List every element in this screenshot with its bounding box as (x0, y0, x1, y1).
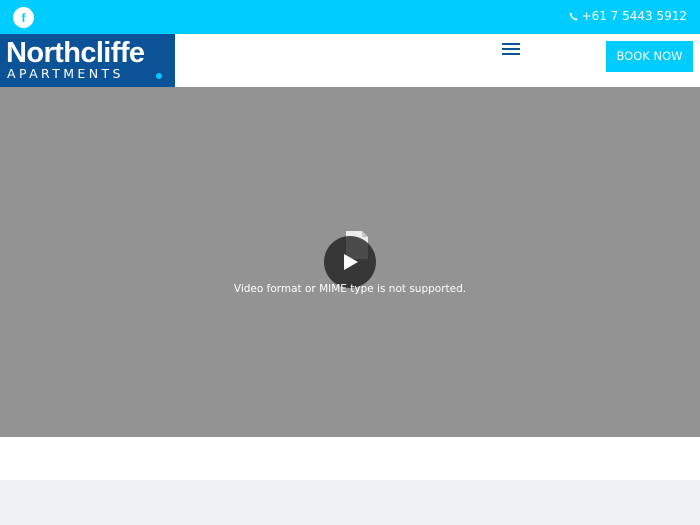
play-button[interactable] (324, 236, 376, 288)
logo-tagline: APARTMENTS (7, 66, 124, 81)
book-now-button[interactable]: BOOK NOW (606, 41, 693, 72)
menu-line (502, 48, 520, 50)
facebook-letter: f (21, 10, 26, 25)
menu-line (502, 43, 520, 45)
hero-video[interactable]: Video format or MIME type is not support… (0, 87, 700, 437)
site-logo[interactable]: Northcliffe APARTMENTS (0, 34, 175, 87)
footer-band (0, 480, 700, 525)
video-error-message: Video format or MIME type is not support… (233, 283, 467, 295)
content-strip (0, 437, 700, 480)
hamburger-menu-icon[interactable] (502, 43, 520, 55)
site-header: Northcliffe APARTMENTS BOOK NOW (0, 34, 700, 87)
logo-dot (156, 73, 162, 79)
phone-icon (569, 11, 578, 20)
phone-number: +61 7 5443 5912 (581, 9, 687, 23)
top-bar: f +61 7 5443 5912 (0, 0, 700, 34)
facebook-icon[interactable]: f (13, 7, 34, 28)
phone-contact[interactable]: +61 7 5443 5912 (569, 9, 687, 23)
play-icon (344, 254, 358, 270)
logo-wordmark: Northcliffe (6, 37, 145, 69)
menu-line (502, 53, 520, 55)
